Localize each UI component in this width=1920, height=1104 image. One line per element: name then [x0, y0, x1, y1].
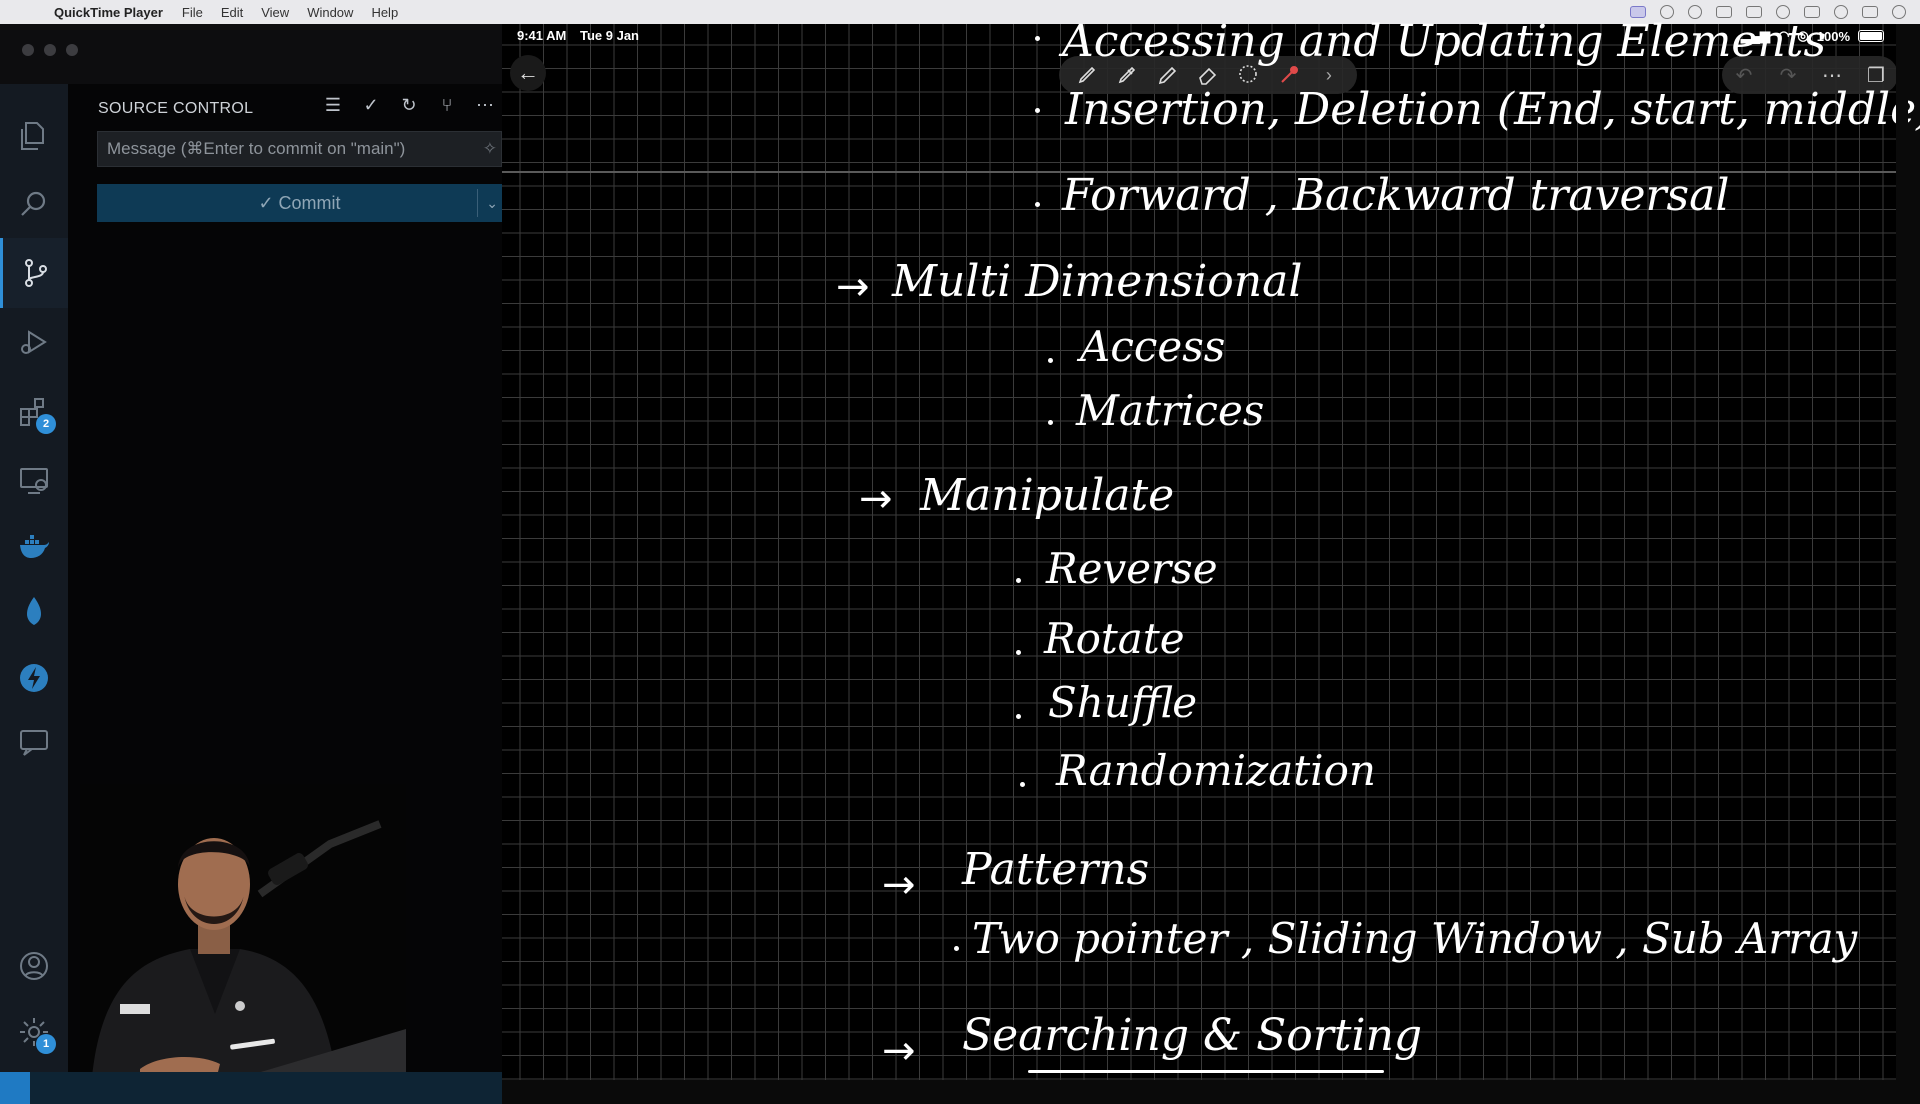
note-line: Shuffle — [1048, 678, 1198, 727]
bullet — [1035, 202, 1040, 207]
bullet — [1035, 108, 1040, 113]
bullet — [1016, 714, 1021, 719]
chat-icon[interactable] — [0, 710, 68, 774]
app-menu[interactable]: QuickTime Player — [46, 5, 173, 20]
bullet — [1016, 578, 1021, 583]
divider — [477, 189, 478, 217]
source-control-icon[interactable] — [0, 238, 68, 308]
note-line: Rotate — [1044, 614, 1185, 663]
scm-toolbar: ☰ ✓ ↻ ⑂ ⋯ — [322, 94, 496, 116]
bullet — [1048, 420, 1053, 425]
ipad-status-left: 9:41 AM Tue 9 Jan — [517, 28, 649, 43]
note-heading: Multi Dimensional — [892, 256, 1303, 307]
thunder-client-icon[interactable] — [0, 646, 68, 710]
settings-gear-icon[interactable]: 1 — [0, 1000, 68, 1064]
scrollbar[interactable] — [1896, 24, 1908, 1080]
menu-help[interactable]: Help — [362, 5, 407, 20]
menu-window[interactable]: Window — [298, 5, 362, 20]
vscode-window: 2 1 SOURCE CONTROL ☰ ✓ ↻ ⑂ ⋯ Message (⌘E… — [0, 24, 502, 1104]
commit-label: ✓ Commit — [258, 192, 341, 213]
bullet — [954, 946, 959, 951]
note-line: Reverse — [1046, 544, 1218, 593]
commit-message-input[interactable]: Message (⌘Enter to commit on "main") ✧ — [97, 131, 502, 167]
remote-explorer-icon[interactable] — [0, 448, 68, 512]
commit-message-placeholder: Message (⌘Enter to commit on "main") — [107, 139, 406, 158]
note-line: Accessing and Updating Elements — [1062, 16, 1827, 67]
ipad-time: 9:41 AM — [517, 28, 567, 43]
search-icon[interactable] — [0, 172, 68, 236]
commit-check-icon[interactable]: ✓ — [360, 94, 382, 116]
bullet — [1016, 650, 1021, 655]
mongodb-icon[interactable] — [0, 580, 68, 644]
panel-title: SOURCE CONTROL — [98, 100, 254, 117]
arrow-icon: → — [859, 476, 893, 522]
accounts-icon[interactable] — [0, 934, 68, 998]
battery-icon[interactable] — [1862, 6, 1878, 18]
zoom-button[interactable] — [66, 44, 78, 56]
view-as-tree-icon[interactable]: ☰ — [322, 94, 344, 116]
activity-bar: 2 1 — [0, 84, 68, 1080]
menu-edit[interactable]: Edit — [212, 5, 252, 20]
status-bar — [0, 1072, 502, 1104]
explorer-icon[interactable] — [0, 104, 68, 168]
note-line: Forward , Backward traversal — [1062, 170, 1730, 221]
commit-button[interactable]: ✓ Commit ⌄ — [97, 184, 502, 222]
graph-icon[interactable]: ⑂ — [436, 94, 458, 116]
underline — [1028, 1070, 1384, 1073]
settings-badge: 1 — [36, 1034, 56, 1054]
arrow-icon: → — [836, 264, 870, 310]
remote-indicator[interactable] — [0, 1072, 30, 1104]
bullet — [1035, 36, 1040, 41]
window-controls — [22, 44, 78, 56]
battery-icon — [1858, 30, 1884, 42]
notes-canvas[interactable]: 9:41 AM Tue 9 Jan ▂▄▆ ◠ ◎ 100% ← › ↶ ↷ ⋯… — [502, 16, 1920, 1080]
bullet — [1020, 782, 1025, 787]
more-actions-icon[interactable]: ⋯ — [474, 94, 496, 116]
arrow-icon: → — [882, 1028, 916, 1074]
chevron-down-icon[interactable]: ⌄ — [486, 184, 498, 222]
extensions-badge: 2 — [36, 414, 56, 434]
note-heading: Patterns — [962, 844, 1150, 895]
menu-file[interactable]: File — [173, 5, 212, 20]
note-line: Access — [1080, 322, 1226, 371]
note-line: Two pointer , Sliding Window , Sub Array — [972, 914, 1858, 963]
arrow-icon: → — [882, 862, 916, 908]
wifi-icon[interactable] — [1834, 5, 1848, 19]
close-button[interactable] — [22, 44, 34, 56]
minimize-button[interactable] — [44, 44, 56, 56]
note-line: Matrices — [1076, 386, 1265, 435]
bullet — [1048, 358, 1053, 363]
note-heading: Manipulate — [920, 470, 1175, 521]
back-arrow-icon[interactable]: ← — [510, 55, 546, 91]
docker-icon[interactable] — [0, 514, 68, 578]
note-line: Insertion, Deletion (End, start, middle) — [1065, 84, 1920, 135]
menu-view[interactable]: View — [252, 5, 298, 20]
run-debug-icon[interactable] — [0, 310, 68, 374]
refresh-icon[interactable]: ↻ — [398, 94, 420, 116]
extensions-icon[interactable]: 2 — [0, 380, 68, 444]
control-center-icon[interactable] — [1892, 5, 1906, 19]
note-heading: Searching & Sorting — [962, 1010, 1423, 1061]
note-line: Randomization — [1056, 746, 1376, 795]
sparkle-icon[interactable]: ✧ — [483, 132, 497, 166]
ipad-date: Tue 9 Jan — [580, 28, 640, 43]
presenter-webcam — [80, 784, 406, 1104]
